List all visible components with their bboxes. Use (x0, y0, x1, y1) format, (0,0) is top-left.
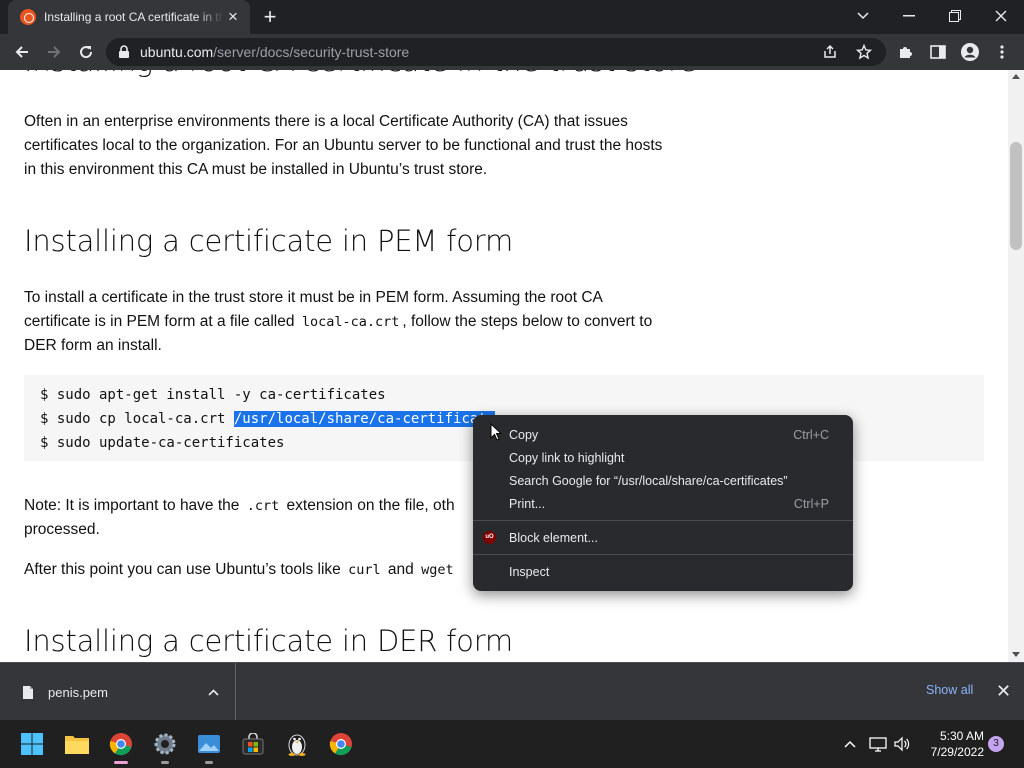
chevron-down-icon (857, 12, 869, 20)
taskbar-chrome-active[interactable] (105, 728, 137, 764)
windows-taskbar: 5:30 AM 7/29/2022 (0, 720, 1024, 768)
menu-separator (473, 520, 853, 521)
mouse-cursor-icon (490, 422, 503, 446)
active-indicator (114, 761, 128, 764)
chrome-icon (109, 733, 132, 756)
restore-button[interactable] (932, 0, 978, 32)
ubuntu-favicon-icon (20, 9, 36, 25)
minimize-button[interactable] (886, 0, 932, 32)
close-icon (995, 10, 1007, 22)
inline-code-curl: curl (348, 562, 381, 578)
side-panel-icon (930, 45, 946, 59)
store-icon (242, 733, 264, 755)
reload-icon (80, 46, 93, 59)
volume-status[interactable] (886, 728, 918, 760)
intro-paragraph: Often in an enterprise environments ther… (24, 113, 663, 178)
taskbar-file-explorer[interactable] (61, 728, 93, 760)
taskbar-settings[interactable] (149, 728, 181, 764)
scrollbar-thumb[interactable] (1010, 142, 1022, 250)
arrow-right-icon (48, 46, 61, 58)
address-bar[interactable]: ubuntu.com/server/docs/security-trust-st… (106, 38, 886, 66)
inline-code-local-ca: local-ca.crt (301, 314, 400, 330)
tab-strip: Installing a root CA certificate in the … (0, 0, 1024, 34)
menu-item-block-element[interactable]: uO Block element... (473, 526, 853, 549)
avatar-icon (961, 43, 979, 61)
puzzle-icon (900, 47, 912, 58)
running-indicator (161, 761, 169, 764)
running-indicator (205, 761, 213, 764)
taskbar-clock[interactable]: 5:30 AM 7/29/2022 (922, 728, 984, 760)
clock-date: 7/29/2022 (930, 745, 984, 759)
share-icon[interactable] (822, 44, 838, 65)
taskbar-photos[interactable] (193, 728, 225, 764)
extensions-button[interactable] (892, 38, 920, 66)
close-download-bar-icon[interactable]: ✕ (996, 681, 1011, 702)
code-line-1: $ sudo apt-get install -y ca-certificate… (40, 387, 386, 403)
browser-tab-active[interactable]: Installing a root CA certificate in the … (8, 0, 250, 34)
download-item[interactable]: penis.pem (0, 663, 236, 721)
tab-title: Installing a root CA certificate in the … (44, 10, 224, 24)
context-menu: Copy Ctrl+C Copy link to highlight Search… (473, 415, 853, 591)
minimize-icon (903, 15, 915, 17)
lock-icon (119, 45, 129, 58)
pem-paragraph: To install a certificate in the trust st… (24, 289, 653, 354)
notification-count-badge[interactable]: 3 (988, 736, 1004, 752)
network-icon (869, 737, 887, 752)
speaker-icon (894, 736, 910, 752)
chrome-menu-button[interactable] (988, 38, 1016, 66)
folder-icon (65, 736, 89, 754)
browser-toolbar: ubuntu.com/server/docs/security-trust-st… (0, 34, 1024, 70)
more-vert-icon (1000, 45, 1004, 59)
bookmark-star-icon[interactable] (855, 43, 873, 65)
show-all-downloads-link[interactable]: Show all (926, 683, 973, 697)
menu-item-copy[interactable]: Copy Ctrl+C (473, 423, 853, 446)
forward-button[interactable] (40, 38, 68, 66)
scroll-up-icon[interactable] (1012, 74, 1020, 79)
heading-der-form: Installing a certificate in DER form (24, 624, 513, 658)
url-text: ubuntu.com/server/docs/security-trust-st… (140, 44, 410, 60)
new-tab-button[interactable]: + (258, 5, 282, 29)
page-title: Installing a root CA certificate in the … (24, 70, 697, 78)
taskbar-microsoft-store[interactable] (237, 728, 269, 760)
heading-pem-form: Installing a certificate in PEM form (24, 224, 514, 258)
arrow-left-icon (15, 46, 28, 58)
inline-code-wget: wget (421, 562, 454, 578)
selected-text: /usr/local/share/ca-certificate (233, 411, 496, 427)
inline-code-crt: .crt (246, 498, 280, 514)
start-button[interactable] (16, 728, 48, 760)
close-window-button[interactable] (978, 0, 1024, 32)
menu-item-search-google[interactable]: Search Google for “/usr/local/share/ca-c… (473, 469, 853, 492)
back-button[interactable] (8, 38, 36, 66)
download-file-name: penis.pem (48, 684, 108, 700)
menu-item-print[interactable]: Print... Ctrl+P (473, 492, 853, 515)
reload-button[interactable] (72, 38, 100, 66)
profile-button[interactable] (956, 38, 984, 66)
restore-icon (949, 10, 961, 22)
chevron-up-icon[interactable] (208, 683, 219, 701)
gear-icon (154, 733, 176, 755)
photos-icon (198, 735, 220, 753)
penguin-icon (288, 734, 306, 756)
page-scrollbar[interactable] (1008, 70, 1024, 662)
file-icon (23, 685, 33, 699)
menu-item-copy-link-to-highlight[interactable]: Copy link to highlight (473, 446, 853, 469)
clock-time: 5:30 AM (939, 729, 984, 743)
menu-separator (473, 554, 853, 555)
side-panel-button[interactable] (924, 38, 952, 66)
chevron-up-icon (844, 740, 856, 748)
tab-close-icon[interactable]: × (224, 8, 242, 26)
chrome-icon (329, 733, 352, 756)
taskbar-linux-app[interactable] (281, 728, 313, 760)
windows-logo-icon (21, 733, 43, 755)
download-bar: penis.pem Show all ✕ (0, 662, 1024, 721)
ublock-origin-icon: uO (483, 531, 496, 544)
menu-item-inspect[interactable]: Inspect (473, 560, 853, 583)
tab-search-button[interactable] (840, 0, 886, 32)
scroll-down-icon[interactable] (1012, 652, 1020, 657)
taskbar-chrome-secondary[interactable] (325, 728, 357, 760)
